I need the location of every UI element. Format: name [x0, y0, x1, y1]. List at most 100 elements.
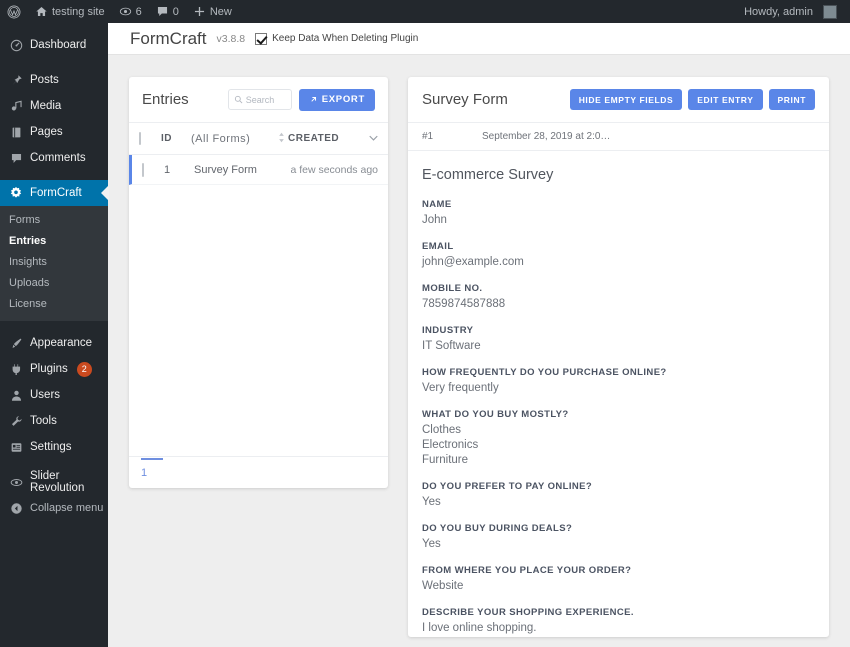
edit-entry-button[interactable]: EDIT ENTRY	[688, 89, 762, 110]
entries-table-body: 1 Survey Form a few seconds ago	[129, 155, 388, 185]
field-value: 7859874587888	[422, 297, 815, 312]
keep-data-checkbox[interactable]	[255, 33, 267, 45]
wrench-icon	[9, 415, 23, 428]
form-sort-icon[interactable]	[274, 132, 288, 146]
field-value: Website	[422, 579, 815, 594]
sidebar-item-formcraft[interactable]: FormCraft	[0, 180, 108, 206]
sidebar-item-settings[interactable]: Settings	[0, 434, 108, 460]
pin-icon	[9, 74, 23, 87]
chevron-down-icon[interactable]	[362, 133, 378, 144]
sidebar-item-slider-revolution[interactable]: Slider Revolution	[0, 469, 108, 495]
sidebar-item-label: Dashboard	[30, 39, 86, 51]
avatar	[823, 5, 837, 19]
field-label: FROM WHERE YOU PLACE YOUR ORDER?	[422, 565, 815, 576]
updates-icon	[119, 5, 132, 18]
version-label: v3.8.8	[217, 33, 246, 45]
entries-panel: Entries Search EXPORT ID (All Forms)	[129, 77, 388, 488]
field-value: I love online shopping.	[422, 621, 815, 636]
entries-title: Entries	[142, 91, 189, 108]
sidebar-item-label: Slider Revolution	[30, 470, 108, 494]
field-value: john@example.com	[422, 255, 815, 270]
page-icon	[9, 126, 23, 139]
wp-logo-button[interactable]	[0, 0, 28, 23]
entries-table-header: ID (All Forms) CREATED	[129, 123, 388, 155]
field-value: IT Software	[422, 339, 815, 354]
field-shopping-experience: DESCRIBE YOUR SHOPPING EXPERIENCE. I lov…	[422, 607, 815, 636]
site-name-button[interactable]: testing site	[28, 0, 112, 23]
sidebar-item-label: Comments	[30, 152, 86, 164]
field-value: Yes	[422, 537, 815, 552]
page-number-label: 1	[141, 467, 147, 479]
entry-fields-list: E-commerce Survey NAME John EMAIL john@e…	[408, 151, 829, 636]
dashboard-icon	[9, 39, 23, 52]
menu-spacer-top	[0, 23, 108, 32]
collapse-arrow-icon	[9, 502, 23, 515]
gear-icon	[9, 186, 23, 200]
sidebar-item-label: Settings	[30, 441, 72, 453]
field-value: Yes	[422, 495, 815, 510]
field-purchase-frequency: HOW FREQUENTLY DO YOU PURCHASE ONLINE? V…	[422, 367, 815, 396]
admin-sidebar-menu: Dashboard Posts Media Pages Comments For…	[0, 23, 108, 647]
sidebar-item-posts[interactable]: Posts	[0, 67, 108, 93]
hide-empty-fields-button[interactable]: HIDE EMPTY FIELDS	[570, 89, 683, 110]
howdy-account-button[interactable]: Howdy, admin	[737, 0, 844, 23]
sidebar-item-dashboard[interactable]: Dashboard	[0, 32, 108, 58]
row-checkbox-cell[interactable]	[142, 164, 164, 176]
field-place-order-from: FROM WHERE YOU PLACE YOUR ORDER? Website	[422, 565, 815, 594]
field-label: MOBILE NO.	[422, 283, 815, 294]
sidebar-item-label: Tools	[30, 415, 57, 427]
keep-data-label: Keep Data When Deleting Plugin	[272, 33, 418, 44]
entry-id-label: #1	[422, 131, 482, 142]
field-label: EMAIL	[422, 241, 815, 252]
entry-date-label: September 28, 2019 at 2:0…	[482, 131, 610, 142]
comments-count: 0	[173, 6, 179, 18]
column-header-id[interactable]: ID	[161, 133, 191, 144]
select-all-checkbox[interactable]	[139, 132, 141, 145]
submenu-item-insights[interactable]: Insights	[0, 252, 108, 273]
new-content-button[interactable]: New	[186, 0, 239, 23]
site-name-label: testing site	[52, 6, 105, 18]
sidebar-item-tools[interactable]: Tools	[0, 408, 108, 434]
row-form-name: Survey Form	[194, 164, 290, 176]
comments-button[interactable]: 0	[149, 0, 186, 23]
submenu-item-forms[interactable]: Forms	[0, 210, 108, 231]
entry-detail-header: Survey Form HIDE EMPTY FIELDS EDIT ENTRY…	[408, 77, 829, 123]
search-placeholder: Search	[246, 95, 275, 105]
field-label: DESCRIBE YOUR SHOPPING EXPERIENCE.	[422, 607, 815, 618]
field-name: NAME John	[422, 199, 815, 228]
submenu-item-uploads[interactable]: Uploads	[0, 273, 108, 294]
updates-button[interactable]: 6	[112, 0, 149, 23]
sidebar-item-pages[interactable]: Pages	[0, 119, 108, 145]
collapse-menu-label: Collapse menu	[30, 502, 103, 514]
sidebar-item-comments[interactable]: Comments	[0, 145, 108, 171]
submenu-item-license[interactable]: License	[0, 294, 108, 315]
sidebar-item-label: Posts	[30, 74, 59, 86]
row-checkbox[interactable]	[142, 163, 144, 177]
form-filter-dropdown[interactable]: (All Forms)	[191, 133, 274, 145]
brush-icon	[9, 337, 23, 350]
export-button[interactable]: EXPORT	[299, 89, 375, 111]
entries-panel-header: Entries Search EXPORT	[129, 77, 388, 123]
print-button[interactable]: PRINT	[769, 89, 816, 110]
table-row[interactable]: 1 Survey Form a few seconds ago	[129, 155, 388, 185]
collapse-menu-button[interactable]: Collapse menu	[0, 495, 108, 521]
survey-heading: E-commerce Survey	[422, 167, 815, 183]
submenu-item-entries[interactable]: Entries	[0, 231, 108, 252]
menu-spacer-3	[0, 321, 108, 330]
field-label: HOW FREQUENTLY DO YOU PURCHASE ONLINE?	[422, 367, 815, 378]
keep-data-checkbox-row[interactable]: Keep Data When Deleting Plugin	[255, 33, 418, 45]
page-number-1[interactable]: 1	[141, 467, 147, 479]
field-label: INDUSTRY	[422, 325, 815, 336]
search-input[interactable]: Search	[228, 89, 292, 110]
menu-spacer-4	[0, 460, 108, 469]
sidebar-item-plugins[interactable]: Plugins 2	[0, 356, 108, 382]
field-value: Very frequently	[422, 381, 815, 396]
field-label: NAME	[422, 199, 815, 210]
field-buy-during-deals: DO YOU BUY DURING DEALS? Yes	[422, 523, 815, 552]
select-all-checkbox-cell[interactable]	[139, 133, 161, 144]
sidebar-item-users[interactable]: Users	[0, 382, 108, 408]
row-created-time: a few seconds ago	[290, 164, 378, 176]
sidebar-item-media[interactable]: Media	[0, 93, 108, 119]
sidebar-item-appearance[interactable]: Appearance	[0, 330, 108, 356]
column-header-created[interactable]: CREATED	[288, 133, 362, 144]
